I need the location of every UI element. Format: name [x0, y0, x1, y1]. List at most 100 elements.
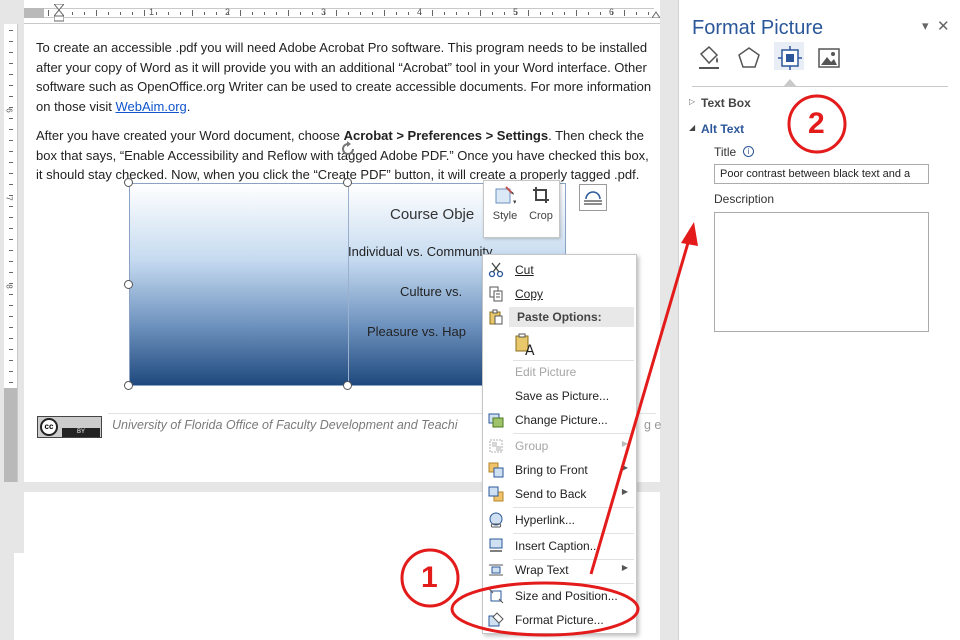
ruler-tick — [9, 30, 13, 31]
insert-caption-icon — [489, 538, 503, 552]
menu-label-edit-picture: Edit Picture — [515, 365, 577, 379]
ruler-tick — [156, 12, 157, 15]
menu-item-hyperlink[interactable]: Hyperlink... — [483, 509, 636, 531]
style-label: Style — [492, 210, 518, 222]
rotate-handle-icon[interactable] — [339, 140, 357, 158]
menu-item-format-picture[interactable]: Format Picture... — [483, 609, 636, 631]
ruler-tick — [120, 12, 121, 15]
picture-divider — [348, 184, 349, 385]
ruler-tick — [9, 140, 13, 141]
copy-icon — [489, 286, 503, 302]
ruler-tick — [396, 12, 397, 15]
menu-item-group[interactable]: Group ▶ — [483, 435, 636, 457]
ruler-tick — [552, 12, 553, 15]
context-menu: Cut Copy Paste Options: A Edit Picture S… — [482, 254, 637, 634]
ruler-tick — [444, 12, 445, 15]
ruler-tick — [9, 63, 13, 64]
menu-item-change-picture[interactable]: Change Picture... — [483, 409, 636, 431]
crop-button[interactable]: Crop — [525, 185, 557, 222]
menu-item-wrap-text[interactable]: Wrap Text ▶ — [483, 559, 636, 581]
description-label: Description — [714, 192, 775, 206]
ruler-tick — [72, 12, 73, 15]
title-label: Title — [714, 145, 737, 159]
right-indent-icon[interactable] — [652, 10, 660, 18]
submenu-arrow-icon: ▶ — [621, 439, 628, 448]
ruler-tick — [540, 12, 541, 15]
menu-label-bring-to-front: Bring to Front — [515, 463, 588, 477]
expanded-triangle-icon: ◢ — [689, 123, 696, 132]
format-picture-pane: Format Picture ▾ ✕ ▷ Text Box ◢ Alt Text… — [678, 0, 960, 640]
menu-item-save-as-picture[interactable]: Save as Picture... — [483, 385, 636, 407]
ruler-tick — [9, 151, 13, 152]
ruler-tick — [9, 162, 13, 163]
ruler-tick — [564, 12, 565, 15]
ruler-tick — [264, 12, 265, 15]
menu-item-cut[interactable]: Cut — [483, 259, 636, 281]
resize-handle-left[interactable] — [124, 280, 133, 289]
vertical-ruler[interactable]: 6 7 8 — [4, 24, 18, 482]
resize-handle-top-left[interactable] — [124, 178, 133, 187]
webaim-link[interactable]: WebAim.org — [116, 99, 187, 114]
resize-handle-bottom[interactable] — [343, 381, 352, 390]
ruler-tick — [384, 10, 385, 16]
ruler-tick — [9, 382, 13, 383]
ruler-tick — [9, 118, 13, 119]
step-1-number: 1 — [421, 561, 438, 594]
menu-item-bring-to-front[interactable]: Bring to Front ▶ — [483, 459, 636, 481]
ruler-text-area — [44, 8, 654, 18]
menu-separator — [513, 433, 634, 434]
pane-title: Format Picture — [692, 17, 824, 39]
fill-line-tab-icon[interactable] — [695, 44, 723, 72]
ruler-tick — [528, 10, 529, 16]
ruler-tick — [240, 10, 241, 16]
step-2-number: 2 — [808, 107, 825, 140]
ruler-tick — [276, 12, 277, 15]
ruler-tick — [108, 12, 109, 15]
ruler-tick — [192, 10, 193, 16]
style-button[interactable]: ▾ Style — [489, 185, 521, 222]
menu-item-edit-picture[interactable]: Edit Picture — [483, 361, 636, 383]
cc-logo-icon: cc — [40, 418, 58, 436]
paste-keep-text-only-button[interactable]: A — [513, 333, 539, 359]
ruler-margin-left — [24, 8, 44, 18]
collapsed-triangle-icon: ▷ — [689, 97, 696, 106]
crop-label: Crop — [529, 210, 553, 222]
ruler-tick — [624, 10, 625, 16]
alt-text-section[interactable]: ◢ Alt Text — [689, 122, 745, 136]
alt-description-input[interactable] — [714, 212, 929, 332]
menu-label-send-to-back: Send to Back — [515, 487, 587, 501]
horizontal-ruler[interactable]: 1 2 3 4 5 6 — [24, 0, 660, 24]
picture-title-text: Course Obje — [390, 206, 475, 223]
ruler-tick — [216, 12, 217, 15]
alt-text-label: Alt Text — [701, 122, 745, 136]
paste-options-header: Paste Options: — [509, 307, 634, 327]
info-icon[interactable]: i — [743, 146, 754, 157]
text-box-label: Text Box — [701, 96, 751, 110]
picture-line-3: Pleasure vs. Hap — [367, 324, 466, 339]
close-icon[interactable]: ✕ — [937, 17, 950, 35]
text-box-section[interactable]: ▷ Text Box — [689, 96, 751, 110]
layout-options-button[interactable] — [579, 184, 607, 211]
scissors-icon — [488, 262, 504, 278]
menu-item-size-and-position[interactable]: Size and Position... — [483, 585, 636, 607]
ruler-number: 2 — [225, 7, 231, 17]
menu-item-copy[interactable]: Copy — [483, 283, 636, 305]
picture-tab-icon[interactable] — [815, 44, 843, 72]
indent-marker-icon[interactable] — [54, 4, 64, 22]
layout-properties-tab-icon — [778, 46, 802, 70]
menu-item-send-to-back[interactable]: Send to Back ▶ — [483, 483, 636, 505]
svg-text:▾: ▾ — [513, 198, 516, 205]
alt-title-input[interactable] — [714, 164, 929, 184]
menu-item-insert-caption[interactable]: Insert Caption... — [483, 535, 636, 557]
effects-tab-icon[interactable] — [735, 44, 763, 72]
document-body[interactable]: To create an accessible .pdf you will ne… — [36, 38, 658, 195]
pane-options-icon[interactable]: ▾ — [922, 18, 929, 34]
resize-handle-top[interactable] — [343, 178, 352, 187]
ruler-tick — [9, 206, 13, 207]
resize-handle-bottom-left[interactable] — [124, 381, 133, 390]
ruler-tick — [204, 12, 205, 15]
ruler-tick — [180, 12, 181, 15]
crop-icon — [533, 187, 549, 203]
ruler-tick — [252, 12, 253, 15]
menu-label-size-and-position: Size and Position... — [515, 589, 618, 603]
